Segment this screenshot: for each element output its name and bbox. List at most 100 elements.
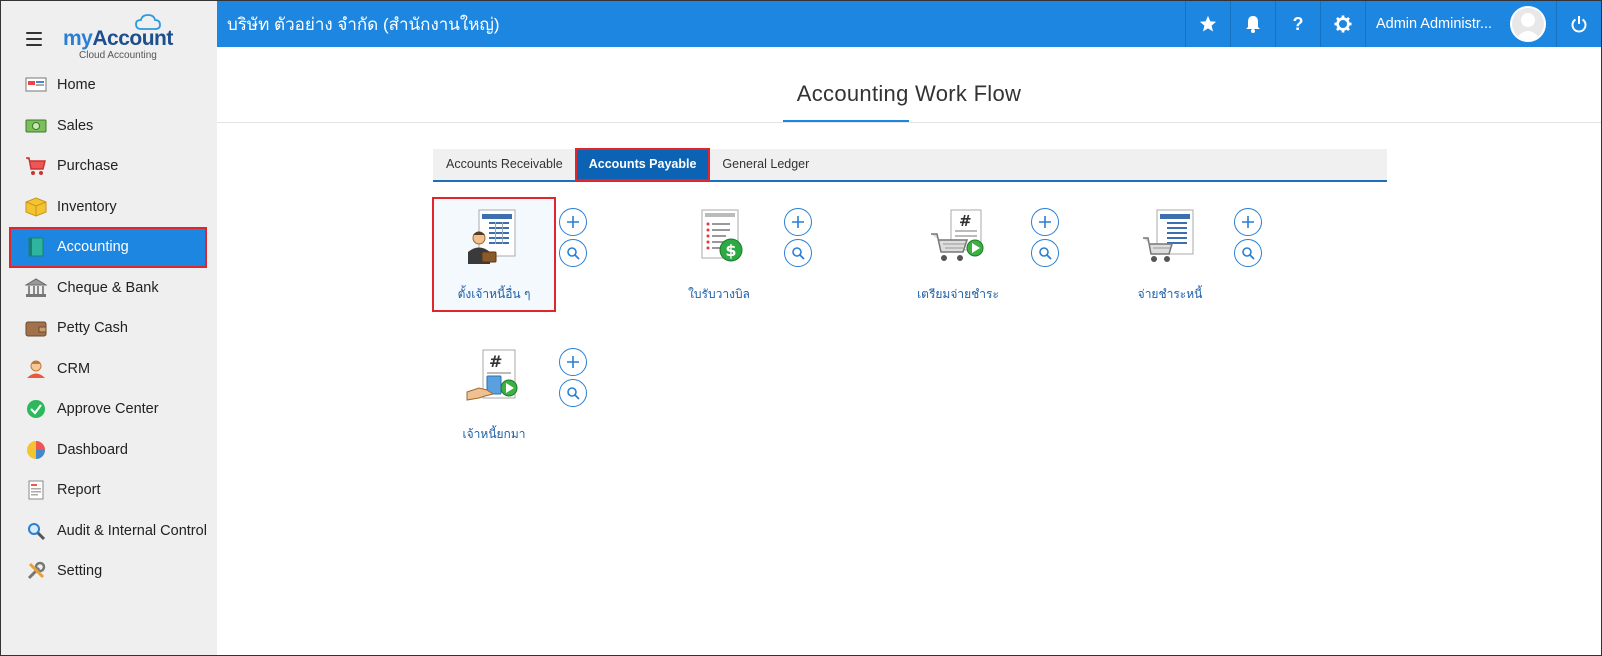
- brand-area: myAccount Cloud Accounting: [1, 1, 217, 65]
- tile-payable-brought-forward[interactable]: # เจ้าหนี้ยกมา: [433, 338, 555, 451]
- tile-prepare-payment[interactable]: # เตรียมจ่ายชำระ: [893, 198, 1023, 311]
- workflow-tabs: Accounts Receivable Accounts Payable Gen…: [433, 148, 1387, 182]
- title-divider: [217, 122, 1601, 123]
- logo-subtitle: Cloud Accounting: [79, 50, 157, 61]
- sidebar-item-label: CRM: [57, 360, 91, 377]
- hash-symbol: #: [959, 212, 972, 230]
- sidebar-item-cheque-bank[interactable]: Cheque & Bank: [1, 268, 217, 309]
- tile-label: เจ้าหนี้ยกมา: [462, 427, 526, 441]
- logout-button[interactable]: [1556, 1, 1601, 47]
- favorites-button[interactable]: [1184, 1, 1230, 47]
- add-debt-payment-button[interactable]: [1234, 208, 1262, 236]
- sidebar-item-purchase[interactable]: Purchase: [1, 146, 217, 187]
- person-ledger-icon: [468, 209, 516, 264]
- sidebar-item-setting[interactable]: Setting: [1, 551, 217, 592]
- add-billing-receipt-button[interactable]: [784, 208, 812, 236]
- sidebar-item-label: Inventory: [57, 198, 117, 215]
- tile-billing-receipt[interactable]: $ ใบรับวางบิล: [658, 198, 780, 311]
- logo-my: my: [63, 27, 93, 50]
- sidebar-item-label: Cheque & Bank: [57, 279, 159, 296]
- cart-ledger-icon: [1143, 209, 1194, 262]
- sidebar-item-label: Report: [57, 482, 101, 499]
- top-bar: บริษัท ตัวอย่าง จำกัด (สำนักงานใหญ่) ? A…: [217, 1, 1601, 47]
- help-button[interactable]: ?: [1274, 1, 1320, 47]
- tile-label: ตั้งเจ้าหนี้อื่น ๆ: [457, 287, 531, 301]
- search-prepare-payment-button[interactable]: [1031, 239, 1059, 267]
- ledger-book-icon: [25, 236, 47, 258]
- sidebar-item-label: Purchase: [57, 158, 119, 175]
- company-name: บริษัท ตัวอย่าง จำกัด (สำนักงานใหญ่): [227, 14, 500, 34]
- tile-debt-payment[interactable]: จ่ายชำระหนี้: [1109, 198, 1231, 311]
- check-circle-icon: [25, 398, 47, 420]
- bank-icon: [25, 277, 47, 299]
- sidebar: myAccount Cloud Accounting Home Sales Pu…: [1, 1, 217, 655]
- sidebar-item-inventory[interactable]: Inventory: [1, 187, 217, 228]
- user-menu[interactable]: Admin Administr...: [1364, 1, 1556, 47]
- box-icon: [25, 196, 47, 218]
- search-icon: [1242, 247, 1255, 260]
- money-icon: [25, 115, 47, 137]
- plus-icon: [792, 216, 804, 228]
- add-payable-brought-forward-button[interactable]: [559, 348, 587, 376]
- tile-label: จ่ายชำระหนี้: [1137, 287, 1203, 301]
- user-name: Admin Administr...: [1375, 16, 1492, 32]
- notifications-button[interactable]: [1229, 1, 1275, 47]
- avatar: [1510, 6, 1546, 42]
- question-icon: ?: [1292, 13, 1304, 34]
- tools-icon: [25, 560, 47, 582]
- star-icon: [1199, 15, 1217, 32]
- sidebar-item-crm[interactable]: CRM: [1, 349, 217, 390]
- sidebar-item-label: Petty Cash: [57, 320, 128, 337]
- hash-symbol: #: [489, 352, 502, 371]
- sidebar-nav: Home Sales Purchase Inventory Accounting: [1, 65, 217, 592]
- sidebar-item-petty-cash[interactable]: Petty Cash: [1, 308, 217, 349]
- search-debt-payment-button[interactable]: [1234, 239, 1262, 267]
- search-icon: [567, 247, 580, 260]
- people-icon: [25, 358, 47, 380]
- search-billing-receipt-button[interactable]: [784, 239, 812, 267]
- home-icon: [25, 74, 47, 96]
- invoice-dollar-icon: $: [701, 209, 743, 262]
- user-silhouette-icon: [1515, 13, 1541, 40]
- search-icon: [567, 387, 580, 400]
- tile-other-payable[interactable]: ตั้งเจ้าหนี้อื่น ๆ: [432, 197, 556, 312]
- magnifier-icon: [25, 520, 47, 542]
- sidebar-item-label: Setting: [57, 563, 103, 580]
- search-icon: [1039, 247, 1052, 260]
- wallet-icon: [25, 317, 47, 339]
- report-icon: [25, 479, 47, 501]
- sidebar-item-home[interactable]: Home: [1, 65, 217, 106]
- sidebar-item-label: Audit & Internal Control: [57, 522, 207, 539]
- gear-icon: [1334, 15, 1352, 33]
- sidebar-item-accounting[interactable]: Accounting: [9, 227, 207, 268]
- app-logo[interactable]: myAccount Cloud Accounting: [63, 13, 173, 61]
- add-prepare-payment-button[interactable]: [1031, 208, 1059, 236]
- page-title: Accounting Work Flow: [796, 81, 1022, 106]
- plus-icon: [1039, 216, 1051, 228]
- tab-general-ledger[interactable]: General Ledger: [709, 149, 822, 180]
- sidebar-item-label: Sales: [57, 117, 94, 134]
- sidebar-item-approve-center[interactable]: Approve Center: [1, 389, 217, 430]
- settings-button[interactable]: [1319, 1, 1365, 47]
- sidebar-item-sales[interactable]: Sales: [1, 106, 217, 147]
- logo-account: Account: [92, 27, 173, 50]
- logo-text: myAccount: [63, 27, 173, 51]
- power-icon: [1571, 16, 1587, 33]
- plus-icon: [567, 216, 579, 228]
- add-other-payable-button[interactable]: [559, 208, 587, 236]
- search-other-payable-button[interactable]: [559, 239, 587, 267]
- tab-accounts-payable[interactable]: Accounts Payable: [574, 148, 711, 181]
- sidebar-item-label: Accounting: [57, 239, 129, 256]
- sidebar-item-audit[interactable]: Audit & Internal Control: [1, 511, 217, 552]
- sidebar-item-label: Approve Center: [57, 401, 159, 418]
- cart-icon: [25, 155, 47, 177]
- tab-accounts-receivable[interactable]: Accounts Receivable: [433, 149, 576, 180]
- hand-document-play-icon: #: [466, 349, 518, 401]
- sidebar-item-dashboard[interactable]: Dashboard: [1, 430, 217, 471]
- search-payable-brought-forward-button[interactable]: [559, 379, 587, 407]
- hamburger-menu-icon[interactable]: [26, 32, 42, 46]
- plus-icon: [567, 356, 579, 368]
- search-icon: [792, 247, 805, 260]
- tile-label: ใบรับวางบิล: [688, 287, 750, 301]
- sidebar-item-report[interactable]: Report: [1, 470, 217, 511]
